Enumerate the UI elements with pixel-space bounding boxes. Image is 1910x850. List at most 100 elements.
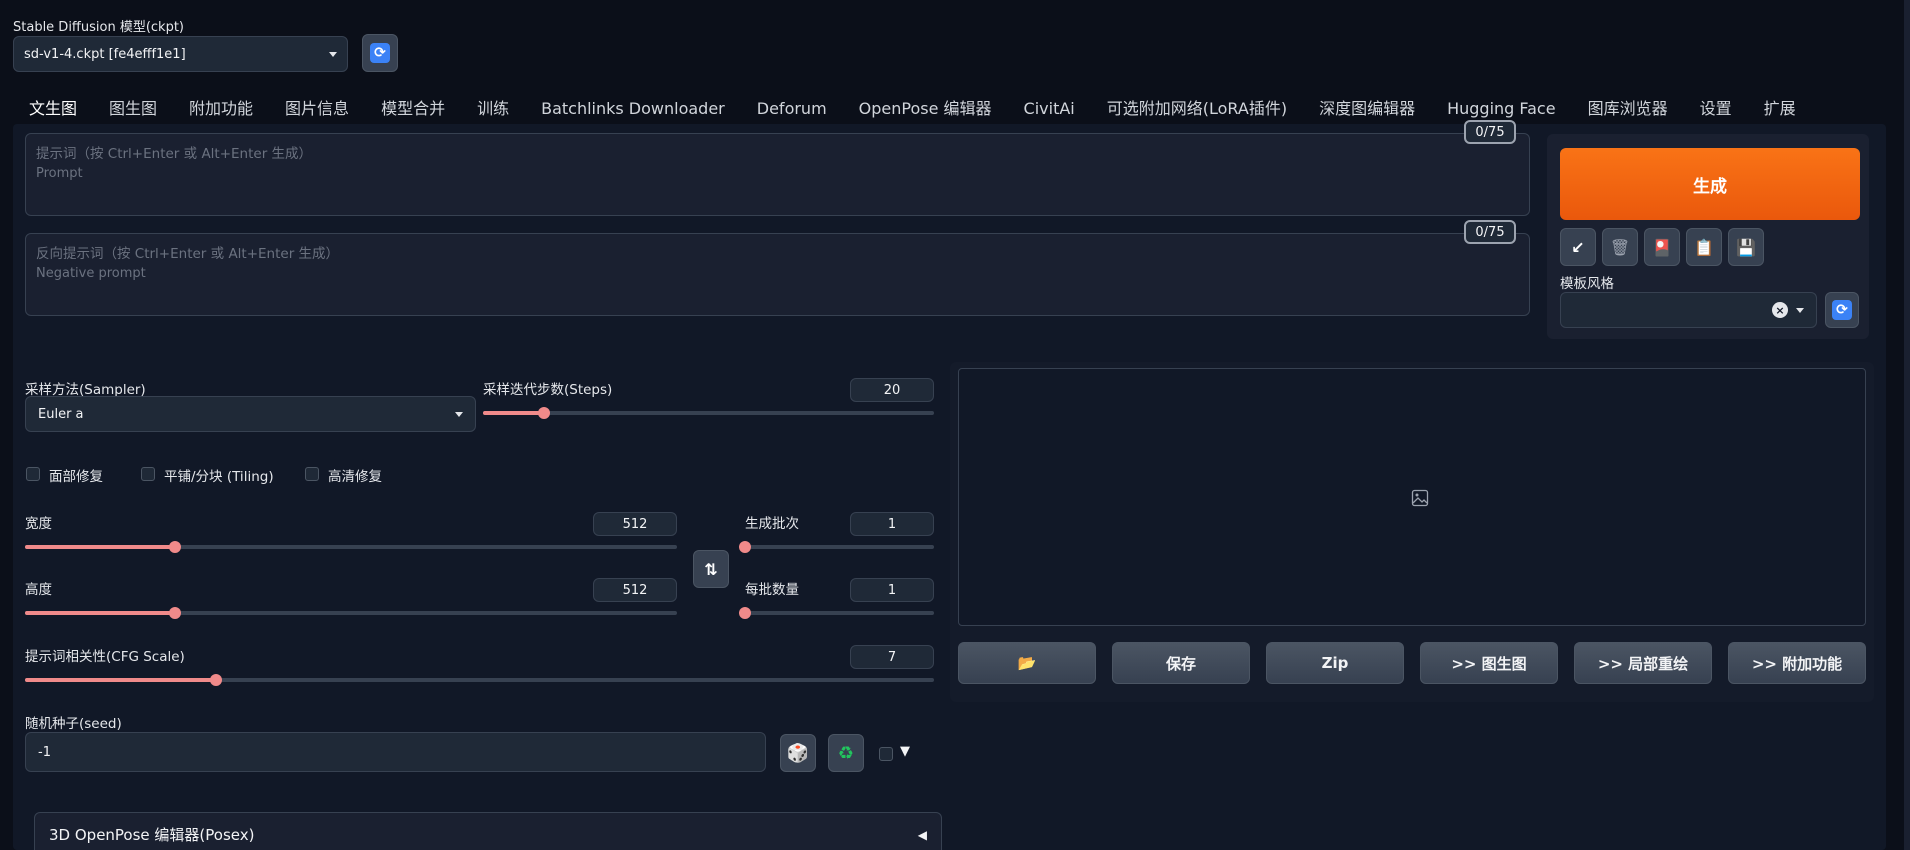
posex-accordion[interactable]: 3D OpenPose 编辑器(Posex) ◀ [34,812,942,850]
slider-thumb[interactable] [739,541,751,553]
sampler-label: 采样方法(Sampler) [25,382,146,398]
slider-fill [25,678,216,682]
batch-count-input[interactable]: 1 [850,512,934,536]
height-label: 高度 [25,582,52,598]
zip-button[interactable]: Zip [1266,642,1404,684]
dice-icon: 🎲 [786,742,810,764]
tab-extensions[interactable]: 扩展 [1748,96,1812,122]
tab-lora[interactable]: 可选附加网络(LoRA插件) [1091,96,1303,122]
random-seed-button[interactable]: 🎲 [780,734,816,772]
cfg-label: 提示词相关性(CFG Scale) [25,649,185,665]
send-to-inpaint-button[interactable]: >> 局部重绘 [1574,642,1712,684]
folder-icon: 📂 [1017,654,1037,672]
model-select[interactable]: sd-v1-4.ckpt [fe4efff1e1] [13,36,348,72]
steps-slider[interactable] [483,407,934,419]
swap-arrows-icon: ⇅ [704,559,718,579]
image-placeholder-icon [1411,489,1429,507]
seed-label: 随机种子(seed) [25,716,122,732]
recycle-icon: ♻ [837,742,855,764]
tab-bar: 文生图 图生图 附加功能 图片信息 模型合并 训练 Batchlinks Dow… [13,96,1812,122]
send-to-extras-button[interactable]: >> 附加功能 [1728,642,1866,684]
batch-size-input[interactable]: 1 [850,578,934,602]
slider-thumb[interactable] [168,541,181,553]
prompt-placeholder-en: Prompt [36,166,83,181]
triangle-down-icon[interactable]: ▼ [900,744,910,759]
negative-token-counter: 0/75 [1464,220,1516,244]
sampler-value: Euler a [38,406,84,422]
width-input[interactable]: 512 [593,512,677,536]
batch-size-slider[interactable] [739,607,934,619]
generate-button[interactable]: 生成 [1560,148,1860,220]
arrow-down-left-icon: ↙ [1571,237,1585,257]
tab-settings[interactable]: 设置 [1684,96,1748,122]
slider-thumb[interactable] [537,407,550,419]
save-style-button[interactable]: 💾 [1728,228,1764,266]
paste-params-button[interactable]: ↙ [1560,228,1596,266]
extra-networks-button[interactable]: 🎴 [1644,228,1680,266]
tab-extras[interactable]: 附加功能 [173,96,269,122]
slider-thumb[interactable] [209,674,222,686]
sampler-select[interactable]: Euler a [25,396,476,432]
steps-label: 采样迭代步数(Steps) [483,382,613,398]
prompt-token-counter: 0/75 [1464,120,1516,144]
style-label: 模板风格 [1560,276,1614,292]
chevron-down-icon [329,51,337,57]
height-slider[interactable] [25,607,677,619]
slider-fill [25,611,175,615]
slider-thumb[interactable] [168,607,181,619]
refresh-styles-button[interactable]: ⟳ [1825,292,1859,328]
height-input[interactable]: 512 [593,578,677,602]
swap-dimensions-button[interactable]: ⇅ [693,550,729,588]
tab-png-info[interactable]: 图片信息 [269,96,365,122]
apply-style-button[interactable]: 📋 [1686,228,1722,266]
batch-count-slider[interactable] [739,541,934,553]
trash-icon: 🗑 [1609,237,1631,257]
steps-input[interactable]: 20 [850,378,934,402]
prompt-input[interactable]: 提示词（按 Ctrl+Enter 或 Alt+Enter 生成） Prompt [25,133,1530,216]
scrollbar[interactable] [1904,0,1910,850]
cfg-input[interactable]: 7 [850,645,934,669]
model-select-value: sd-v1-4.ckpt [fe4efff1e1] [24,46,186,62]
refresh-models-button[interactable]: ⟳ [362,34,398,72]
tab-hugging-face[interactable]: Hugging Face [1431,96,1572,122]
negative-prompt-placeholder: 反向提示词（按 Ctrl+Enter 或 Alt+Enter 生成） [36,246,340,262]
tab-deforum[interactable]: Deforum [741,96,843,122]
prompt-placeholder: 提示词（按 Ctrl+Enter 或 Alt+Enter 生成） [36,146,313,162]
reuse-seed-button[interactable]: ♻ [828,734,864,772]
save-button[interactable]: 保存 [1112,642,1250,684]
accordion-label: 3D OpenPose 编辑器(Posex) [49,826,255,844]
width-slider[interactable] [25,541,677,553]
tab-openpose-editor[interactable]: OpenPose 编辑器 [843,96,1008,122]
tab-image-browser[interactable]: 图库浏览器 [1572,96,1684,122]
tab-checkpoint-merger[interactable]: 模型合并 [365,96,461,122]
cfg-slider[interactable] [25,674,934,686]
clear-icon[interactable]: × [1772,302,1788,318]
negative-prompt-input[interactable]: 反向提示词（按 Ctrl+Enter 或 Alt+Enter 生成） Negat… [25,233,1530,316]
seed-input[interactable]: -1 [25,732,766,772]
face-restore-checkbox[interactable] [26,467,40,481]
open-folder-button[interactable]: 📂 [958,642,1096,684]
tab-depth-editor[interactable]: 深度图编辑器 [1303,96,1431,122]
tab-txt2img[interactable]: 文生图 [13,96,93,122]
slider-thumb[interactable] [739,607,751,619]
tab-img2img[interactable]: 图生图 [93,96,173,122]
refresh-icon: ⟳ [370,43,390,63]
tiling-label: 平铺/分块 (Tiling) [164,469,274,485]
width-label: 宽度 [25,516,52,532]
face-restore-label: 面部修复 [49,469,103,485]
slider-fill [25,545,175,549]
clear-prompt-button[interactable]: 🗑 [1602,228,1638,266]
negative-prompt-placeholder-en: Negative prompt [36,266,146,281]
send-to-img2img-button[interactable]: >> 图生图 [1420,642,1558,684]
hires-fix-label: 高清修复 [328,469,382,485]
collapse-arrow-icon: ◀ [917,827,927,842]
tab-civitai[interactable]: CivitAi [1008,96,1091,122]
tab-batchlinks[interactable]: Batchlinks Downloader [525,96,741,122]
clipboard-icon: 📋 [1694,237,1714,257]
tab-train[interactable]: 训练 [461,96,525,122]
tiling-checkbox[interactable] [141,467,155,481]
extra-seed-checkbox[interactable] [879,747,893,761]
hires-fix-checkbox[interactable] [305,467,319,481]
style-select[interactable]: × [1560,292,1817,328]
batch-count-label: 生成批次 [745,516,799,532]
